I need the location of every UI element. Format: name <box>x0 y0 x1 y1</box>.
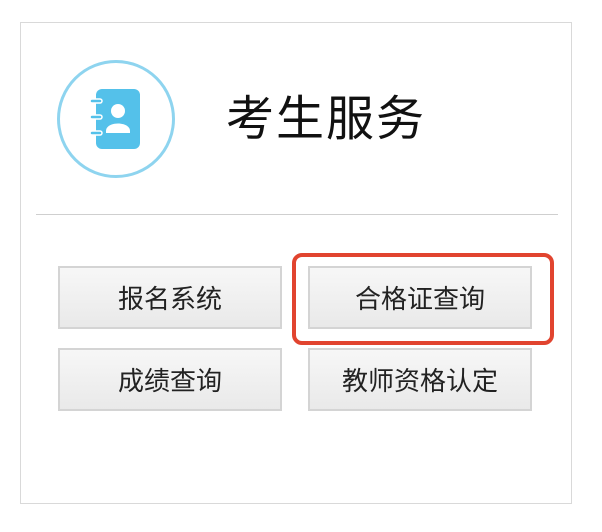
teacher-qualification-button[interactable]: 教师资格认定 <box>308 348 532 411</box>
service-icon-ring <box>57 60 175 178</box>
contacts-book-icon <box>89 89 140 149</box>
registration-system-button[interactable]: 报名系统 <box>58 266 282 329</box>
divider <box>36 214 558 215</box>
certificate-query-button[interactable]: 合格证查询 <box>308 266 532 329</box>
page-title: 考生服务 <box>226 91 427 147</box>
exam-services-card: 考生服务 报名系统 合格证查询 成绩查询 教师资格认定 <box>20 22 572 504</box>
score-query-button[interactable]: 成绩查询 <box>58 348 282 411</box>
card-header: 考生服务 <box>21 23 571 215</box>
